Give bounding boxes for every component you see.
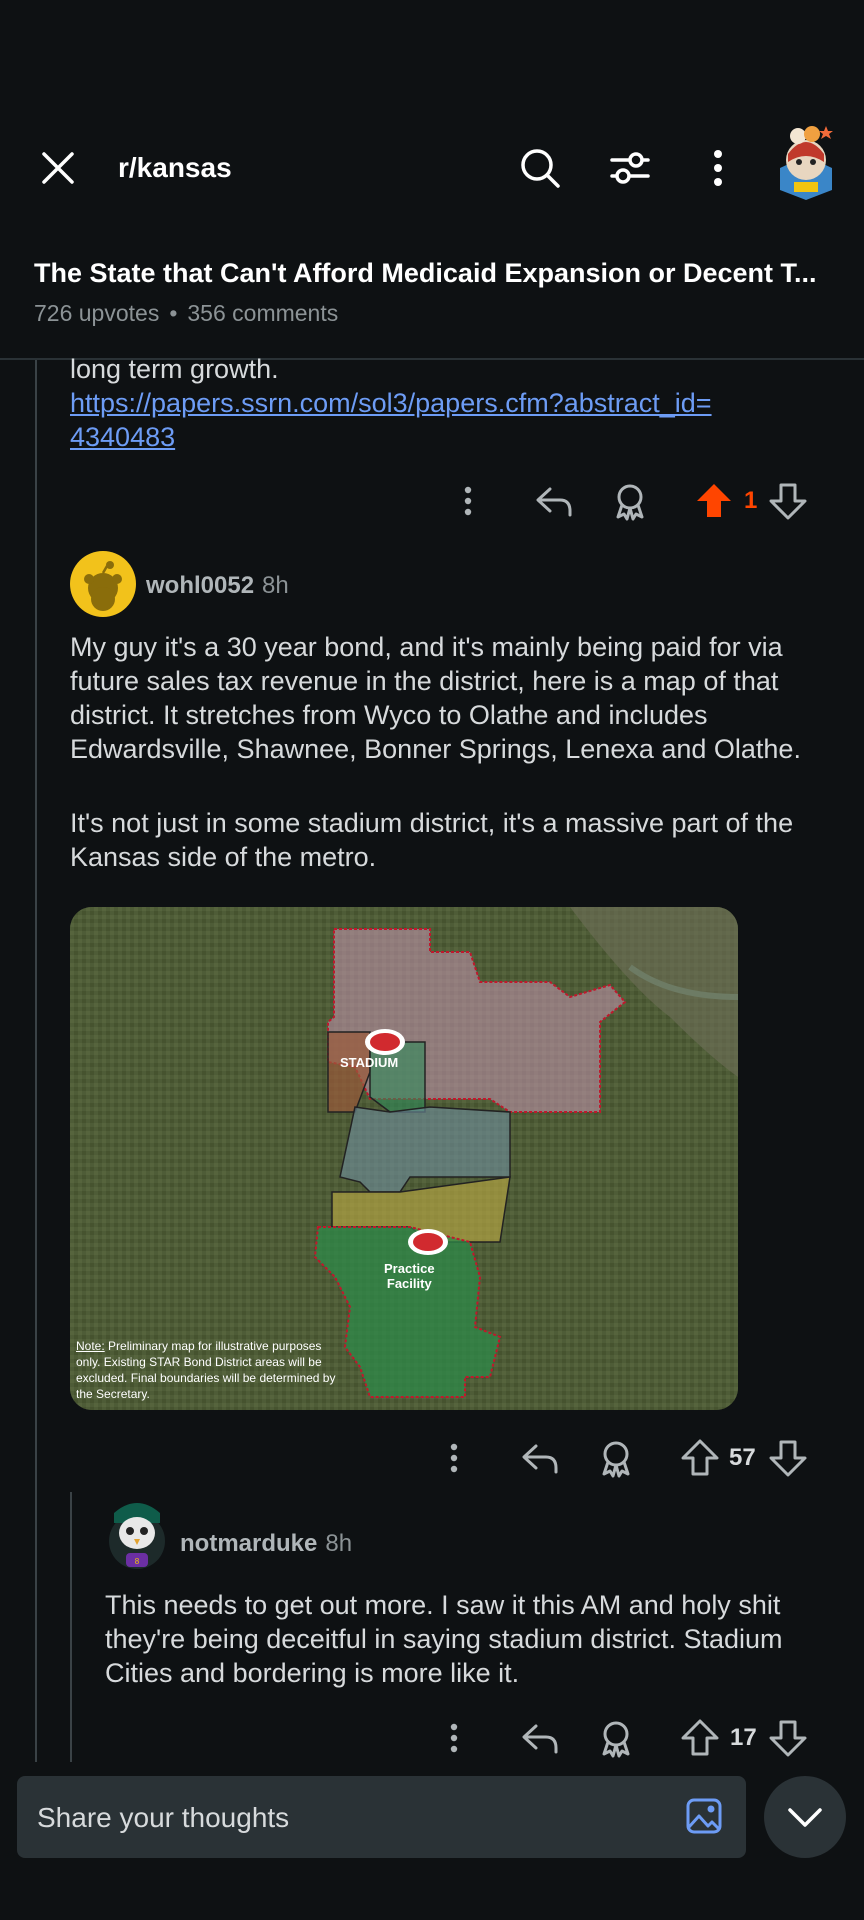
add-image-button[interactable] (684, 1796, 724, 1836)
more-vertical-icon (450, 1443, 458, 1473)
vote-score: 17 (730, 1724, 757, 1751)
comment-meta: notmarduke 8h (180, 1530, 352, 1558)
upvote-icon (681, 1439, 719, 1476)
map-note: Note: Preliminary map for illustrative p… (76, 1338, 346, 1402)
link-line: https://papers.ssrn.com/sol3/papers.cfm?… (70, 388, 712, 418)
more-options-button[interactable] (696, 146, 740, 190)
reply-button[interactable] (520, 1438, 560, 1478)
downvote-button[interactable] (768, 481, 808, 521)
separator-dot: • (169, 300, 178, 326)
downvote-icon (769, 483, 807, 520)
award-button[interactable] (596, 1718, 636, 1758)
avatar[interactable] (70, 551, 136, 617)
search-button[interactable] (518, 146, 562, 190)
subreddit-name[interactable]: r/kansas (118, 152, 232, 184)
downvote-button[interactable] (768, 1438, 808, 1478)
upvote-button[interactable] (680, 1438, 720, 1478)
post-stats: 726 upvotes • 356 comments (34, 300, 338, 327)
link-line: 4340483 (70, 422, 176, 452)
comment-link[interactable]: https://papers.ssrn.com/sol3/papers.cfm?… (70, 386, 712, 454)
comment-count: 356 comments (187, 300, 339, 326)
map-note-text: Preliminary map for illustrative purpose… (76, 1339, 336, 1401)
more-vertical-icon (464, 486, 472, 516)
map-note-label: Note: (76, 1339, 105, 1353)
search-icon (521, 149, 560, 188)
district-map-image (70, 907, 738, 1410)
award-icon (602, 1721, 630, 1758)
upvote-button[interactable] (694, 481, 734, 521)
more-vertical-icon (450, 1723, 458, 1753)
avatar[interactable]: 8 (106, 1493, 168, 1571)
vote-score: 1 (744, 487, 758, 514)
map-label-practice: Practice Facility (384, 1261, 435, 1291)
award-icon (616, 484, 644, 521)
more-options-button[interactable] (434, 1438, 474, 1478)
comment-text: long term growth. (70, 354, 279, 384)
image-icon (686, 1798, 722, 1834)
filter-icon (610, 152, 650, 184)
chevron-down-icon (788, 1808, 822, 1827)
upvote-button[interactable] (680, 1718, 720, 1758)
more-vertical-icon (714, 150, 722, 186)
downvote-icon (769, 1440, 807, 1477)
svg-text:8: 8 (135, 1557, 140, 1566)
upvote-count: 726 upvotes (34, 300, 160, 326)
composer-placeholder: Share your thoughts (37, 1802, 290, 1833)
close-icon (42, 152, 74, 184)
award-icon (602, 1441, 630, 1478)
map-label-line: Practice (384, 1261, 435, 1276)
more-options-button[interactable] (434, 1718, 474, 1758)
reply-button[interactable] (534, 481, 574, 521)
vote-score: 57 (729, 1444, 756, 1471)
map-label-line: Facility (386, 1276, 432, 1291)
award-button[interactable] (596, 1438, 636, 1478)
post-title[interactable]: The State that Can't Afford Medicaid Exp… (34, 258, 817, 289)
comment-paragraph: This needs to get out more. I saw it thi… (105, 1590, 783, 1688)
comment-actions: 17 (0, 1714, 864, 1762)
comment-meta: wohl0052 8h (146, 572, 289, 600)
timestamp: 8h (325, 1530, 353, 1557)
thread-line[interactable] (35, 360, 37, 1762)
username[interactable]: wohl0052 (146, 572, 254, 599)
upvote-icon (697, 484, 731, 517)
comment-actions: 1 (0, 477, 864, 525)
comment-body: My guy it's a 30 year bond, and it's mai… (70, 630, 830, 914)
comment-composer[interactable]: Share your thoughts (17, 1776, 746, 1858)
downvote-icon (769, 1720, 807, 1757)
upvote-icon (681, 1719, 719, 1756)
map-label-stadium: STADIUM (340, 1055, 399, 1070)
more-options-button[interactable] (448, 481, 488, 521)
downvote-button[interactable] (768, 1718, 808, 1758)
comment-image-map[interactable]: STADIUM Practice Facility Note: Prelimin… (70, 907, 738, 1410)
collapse-thread-button[interactable] (764, 1776, 846, 1858)
comment-text-tail: long term growth. https://papers.ssrn.co… (70, 352, 712, 454)
comment-paragraph: It's not just in some stadium district, … (70, 808, 794, 872)
snoo-avatar-icon: 8 (109, 1503, 165, 1569)
timestamp: 8h (262, 572, 289, 599)
snoo-avatar-icon (84, 561, 122, 611)
avatar-icon (780, 126, 833, 200)
reply-icon (522, 1724, 558, 1754)
comment-body: This needs to get out more. I saw it thi… (105, 1588, 825, 1730)
sort-filter-button[interactable] (608, 146, 652, 190)
reply-button[interactable] (520, 1718, 560, 1758)
reply-icon (522, 1444, 558, 1474)
close-button[interactable] (38, 148, 78, 188)
comment-paragraph: My guy it's a 30 year bond, and it's mai… (70, 632, 801, 764)
reply-icon (536, 487, 572, 517)
user-avatar[interactable] (776, 120, 836, 200)
comment-actions: 57 (0, 1434, 864, 1482)
award-button[interactable] (610, 481, 650, 521)
username[interactable]: notmarduke (180, 1530, 317, 1557)
